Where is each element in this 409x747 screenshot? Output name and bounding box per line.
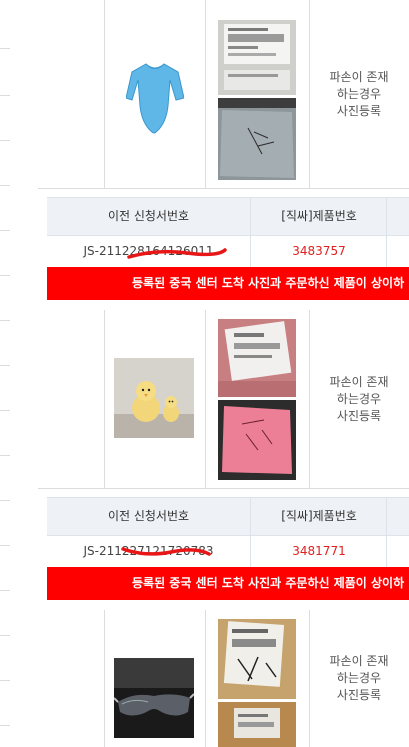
product-row: 파손이 존재 하는경우 사진등록 bbox=[38, 0, 409, 189]
rail-divider bbox=[0, 680, 10, 681]
arrival-photo-label[interactable] bbox=[218, 20, 296, 95]
previous-request-block: 이전 신청서번호 [직싸]제품번호 JS-211228164126011 348… bbox=[38, 189, 409, 311]
rail-divider bbox=[0, 320, 10, 321]
product-thumbnail-cell bbox=[104, 310, 206, 488]
product-no-value[interactable]: 3483757 bbox=[250, 235, 387, 267]
product-no-value[interactable]: 3481771 bbox=[250, 535, 387, 567]
damage-photo-label: 파손이 존재 하는경우 사진등록 bbox=[329, 69, 389, 118]
rail-divider bbox=[0, 48, 10, 49]
product-thumbnail-cell bbox=[104, 0, 206, 188]
row-blank-cell bbox=[38, 610, 105, 747]
redaction-scribble bbox=[127, 248, 227, 259]
previous-request-block: 이전 신청서번호 [직싸]제품번호 JS-211227121720783 348… bbox=[38, 489, 409, 611]
product-thumbnail-cell bbox=[104, 610, 206, 747]
arrival-photo-label[interactable] bbox=[218, 619, 296, 699]
damage-photo-cell[interactable]: 파손이 존재 하는경우 사진등록 bbox=[309, 610, 409, 747]
header-product-no: [직싸]제품번호 bbox=[250, 198, 387, 235]
truncated-cell bbox=[386, 235, 409, 267]
rail-divider bbox=[0, 275, 10, 276]
mismatch-warning-bar: 등록된 중국 센터 도착 사진과 주문하신 제품이 상이하 bbox=[47, 567, 409, 600]
previous-request-header: 이전 신청서번호 [직싸]제품번호 bbox=[47, 197, 409, 236]
rail-divider bbox=[0, 500, 10, 501]
damage-photo-label: 파손이 존재 하는경우 사진등록 bbox=[329, 654, 389, 702]
mismatch-warning-bar: 등록된 중국 센터 도착 사진과 주문하신 제품이 상이하 bbox=[47, 267, 409, 300]
rail-divider bbox=[0, 95, 10, 96]
previous-request-row: JS-211228164126011 3483757 bbox=[47, 235, 409, 268]
arrival-photos-cell bbox=[205, 610, 310, 747]
rail-divider bbox=[0, 590, 10, 591]
header-request-no: 이전 신청서번호 bbox=[107, 209, 190, 223]
header-product-no: [직싸]제품번호 bbox=[250, 498, 387, 535]
redaction-scribble bbox=[121, 547, 211, 556]
product-row: 파손이 존재 하는경우 사진등록 bbox=[38, 310, 409, 489]
product-image-chick-plush[interactable] bbox=[114, 358, 194, 438]
order-items-panel: 파손이 존재 하는경우 사진등록 이전 신청서번호 [직싸]제품번호 JS-21… bbox=[38, 0, 409, 747]
header-request-no: 이전 신청서번호 bbox=[107, 509, 190, 523]
arrival-photos-cell bbox=[205, 310, 310, 488]
header-truncated bbox=[386, 198, 409, 235]
rail-divider bbox=[0, 185, 10, 186]
rail-divider bbox=[0, 410, 10, 411]
arrival-photos-cell bbox=[205, 0, 310, 188]
arrival-photo-package[interactable] bbox=[218, 400, 296, 480]
rail-divider bbox=[0, 725, 10, 726]
left-rail bbox=[0, 0, 39, 747]
arrival-photo-package[interactable] bbox=[218, 98, 296, 180]
previous-request-row: JS-211227121720783 3481771 bbox=[47, 535, 409, 568]
arrival-photo-label[interactable] bbox=[218, 319, 296, 397]
product-image-sunglasses[interactable] bbox=[114, 658, 194, 738]
rail-divider bbox=[0, 455, 10, 456]
row-blank-cell bbox=[38, 0, 105, 188]
damage-photo-cell[interactable]: 파손이 존재 하는경우 사진등록 bbox=[309, 0, 409, 188]
previous-request-header: 이전 신청서번호 [직싸]제품번호 bbox=[47, 497, 409, 536]
rail-divider bbox=[0, 365, 10, 366]
damage-photo-label: 파손이 존재 하는경우 사진등록 bbox=[329, 374, 389, 423]
rail-divider bbox=[0, 230, 10, 231]
header-truncated bbox=[386, 498, 409, 535]
truncated-cell bbox=[386, 535, 409, 567]
rail-divider bbox=[0, 635, 10, 636]
damage-photo-cell[interactable]: 파손이 존재 하는경우 사진등록 bbox=[309, 310, 409, 488]
product-image-leotard[interactable] bbox=[126, 58, 184, 136]
rail-divider bbox=[0, 545, 10, 546]
rail-divider bbox=[0, 140, 10, 141]
product-row: 파손이 존재 하는경우 사진등록 bbox=[38, 610, 409, 747]
row-blank-cell bbox=[38, 310, 105, 488]
arrival-photo-package[interactable] bbox=[218, 702, 296, 747]
